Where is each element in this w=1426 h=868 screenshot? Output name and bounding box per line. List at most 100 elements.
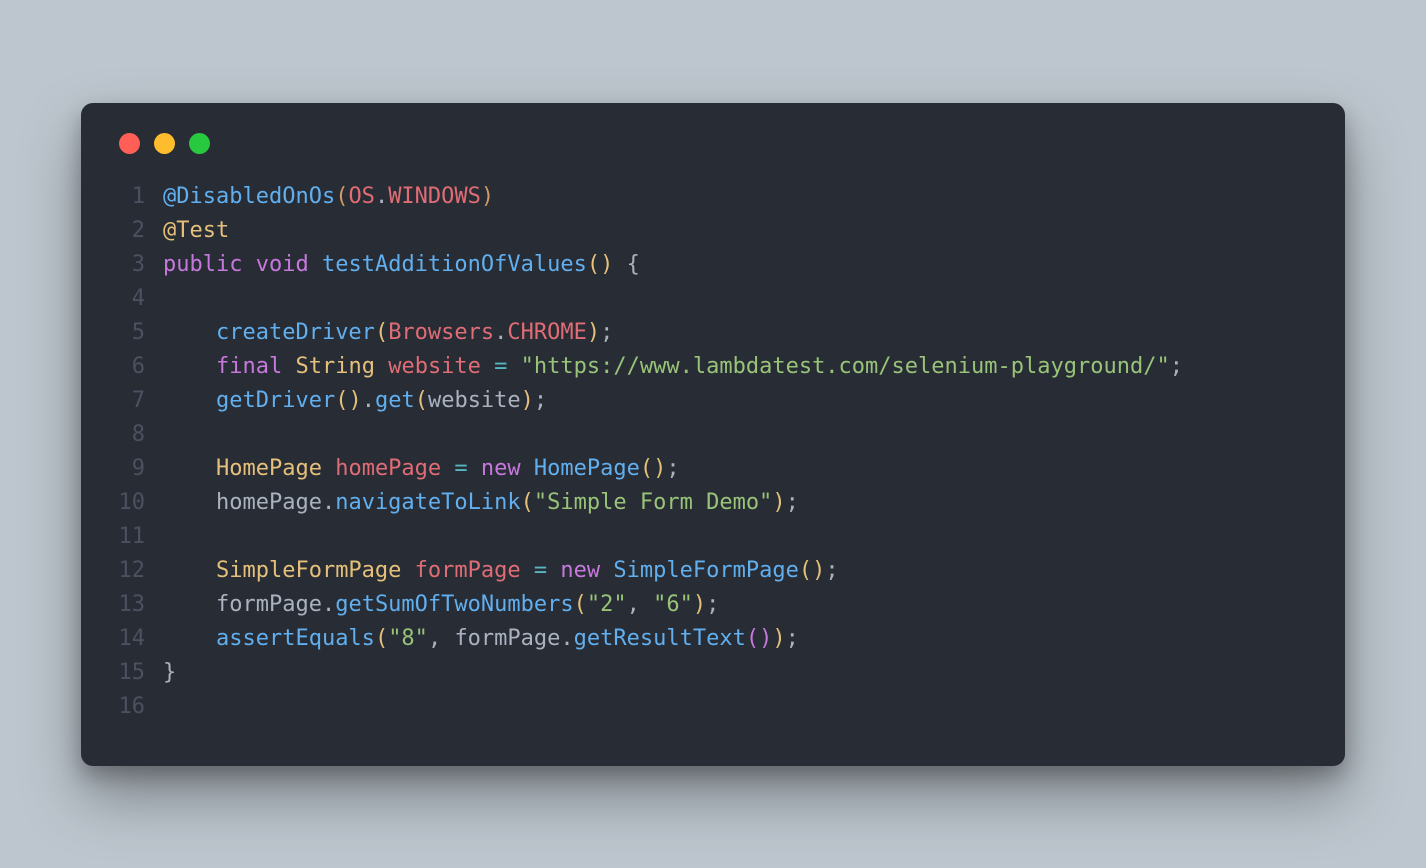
code-token: ( xyxy=(375,626,388,651)
code-token xyxy=(309,252,322,277)
code-line[interactable]: getDriver().get(website); xyxy=(163,384,1183,418)
code-line[interactable]: @DisabledOnOs(OS.WINDOWS) xyxy=(163,180,1183,214)
line-number: 14 xyxy=(117,622,145,656)
code-line[interactable]: @Test xyxy=(163,214,1183,248)
minimize-icon[interactable] xyxy=(154,133,175,154)
code-token: SimpleFormPage xyxy=(216,558,401,583)
code-token: HomePage xyxy=(216,456,322,481)
code-token xyxy=(163,558,216,583)
code-line[interactable]: } xyxy=(163,656,1183,690)
code-token: formPage xyxy=(415,558,521,583)
line-number: 5 xyxy=(117,316,145,350)
line-number: 10 xyxy=(117,486,145,520)
code-token: ( xyxy=(415,388,428,413)
code-token: Browsers xyxy=(388,320,494,345)
code-token: ) xyxy=(772,626,785,651)
code-token: "6" xyxy=(653,592,693,617)
line-number: 3 xyxy=(117,248,145,282)
line-number: 9 xyxy=(117,452,145,486)
code-token: ( xyxy=(574,592,587,617)
line-number: 6 xyxy=(117,350,145,384)
code-token: , xyxy=(627,592,654,617)
code-line[interactable] xyxy=(163,690,1183,724)
code-token: "Simple Form Demo" xyxy=(534,490,772,515)
code-window: 12345678910111213141516 @DisabledOnOs(OS… xyxy=(81,103,1345,766)
code-token: ; xyxy=(534,388,547,413)
code-token: ( xyxy=(375,320,388,345)
line-number: 12 xyxy=(117,554,145,588)
code-token: testAdditionOfValues xyxy=(322,252,587,277)
code-token xyxy=(163,592,216,617)
code-token: String xyxy=(295,354,374,379)
code-token: , xyxy=(428,626,455,651)
code-token: navigateToLink xyxy=(335,490,520,515)
code-token: ; xyxy=(600,320,613,345)
code-line[interactable]: HomePage homePage = new HomePage(); xyxy=(163,452,1183,486)
code-token: ) xyxy=(481,184,494,209)
zoom-icon[interactable] xyxy=(189,133,210,154)
code-token: WINDOWS xyxy=(388,184,481,209)
line-number: 11 xyxy=(117,520,145,554)
code-token: () xyxy=(746,626,773,651)
code-line[interactable] xyxy=(163,282,1183,316)
code-token: homePage xyxy=(335,456,441,481)
code-content[interactable]: @DisabledOnOs(OS.WINDOWS)@Testpublic voi… xyxy=(163,180,1183,724)
code-token: getSumOfTwoNumbers xyxy=(335,592,573,617)
code-token xyxy=(401,558,414,583)
code-token: ( xyxy=(521,490,534,515)
line-number: 8 xyxy=(117,418,145,452)
code-token: "8" xyxy=(388,626,428,651)
code-token: . xyxy=(375,184,388,209)
code-token: = xyxy=(454,456,467,481)
code-token: "https://www.lambdatest.com/selenium-pla… xyxy=(521,354,1170,379)
code-token xyxy=(521,558,534,583)
code-token: = xyxy=(494,354,507,379)
code-token: website xyxy=(428,388,521,413)
code-token xyxy=(163,456,216,481)
code-token: ) xyxy=(521,388,534,413)
code-token: get xyxy=(375,388,415,413)
code-token xyxy=(481,354,494,379)
line-number: 16 xyxy=(117,690,145,724)
code-line[interactable]: public void testAdditionOfValues() { xyxy=(163,248,1183,282)
code-token: ) xyxy=(772,490,785,515)
line-number-gutter: 12345678910111213141516 xyxy=(117,180,163,724)
code-token: ; xyxy=(666,456,679,481)
code-token: formPage xyxy=(454,626,560,651)
code-line[interactable]: final String website = "https://www.lamb… xyxy=(163,350,1183,384)
code-token: . xyxy=(560,626,573,651)
close-icon[interactable] xyxy=(119,133,140,154)
line-number: 4 xyxy=(117,282,145,316)
code-area[interactable]: 12345678910111213141516 @DisabledOnOs(OS… xyxy=(117,180,1309,724)
code-token xyxy=(441,456,454,481)
code-token: = xyxy=(534,558,547,583)
code-line[interactable] xyxy=(163,520,1183,554)
code-token xyxy=(163,490,216,515)
code-token xyxy=(163,354,216,379)
code-token: new xyxy=(560,558,600,583)
code-token xyxy=(468,456,481,481)
code-line[interactable]: assertEquals("8", formPage.getResultText… xyxy=(163,622,1183,656)
code-token: HomePage xyxy=(534,456,640,481)
code-token xyxy=(242,252,255,277)
code-token: OS xyxy=(348,184,375,209)
code-token: public xyxy=(163,252,242,277)
code-line[interactable]: createDriver(Browsers.CHROME); xyxy=(163,316,1183,350)
code-token: . xyxy=(362,388,375,413)
code-line[interactable]: homePage.navigateToLink("Simple Form Dem… xyxy=(163,486,1183,520)
code-line[interactable]: formPage.getSumOfTwoNumbers("2", "6"); xyxy=(163,588,1183,622)
code-token: formPage xyxy=(216,592,322,617)
code-token: getDriver xyxy=(216,388,335,413)
code-token: } xyxy=(163,660,176,685)
code-token: . xyxy=(494,320,507,345)
code-token: SimpleFormPage xyxy=(613,558,798,583)
code-token: new xyxy=(481,456,521,481)
code-token: homePage xyxy=(216,490,322,515)
line-number: 1 xyxy=(117,180,145,214)
code-token xyxy=(163,626,216,651)
code-token: CHROME xyxy=(507,320,586,345)
code-token: createDriver xyxy=(216,320,375,345)
code-line[interactable] xyxy=(163,418,1183,452)
code-token: website xyxy=(388,354,481,379)
code-line[interactable]: SimpleFormPage formPage = new SimpleForm… xyxy=(163,554,1183,588)
